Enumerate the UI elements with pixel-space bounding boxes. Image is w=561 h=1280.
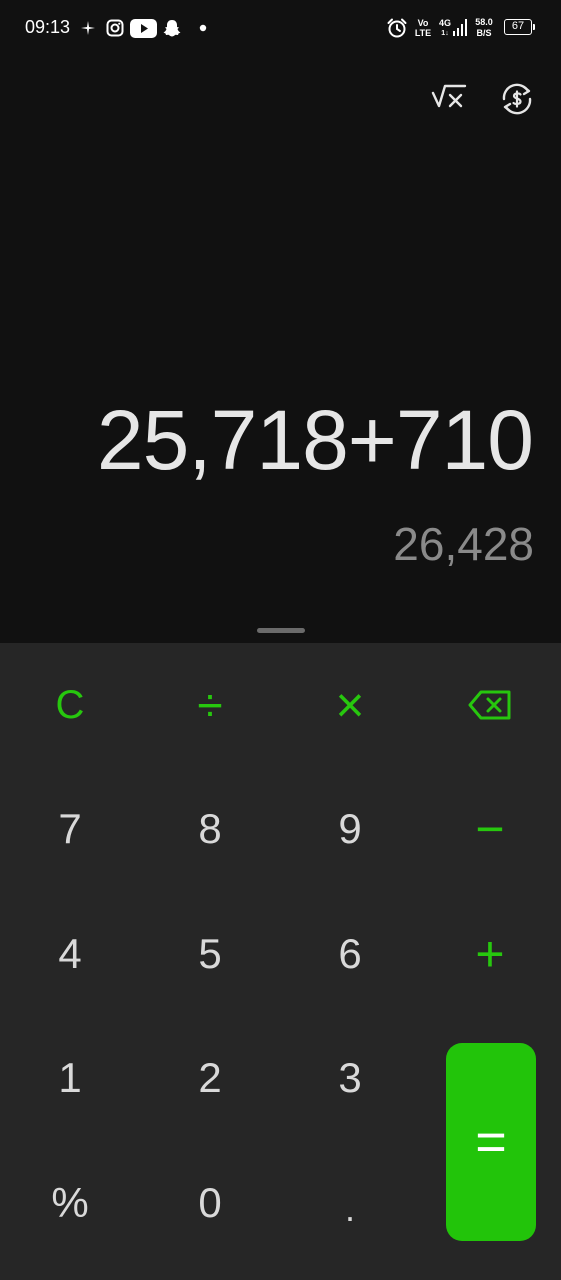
- digit-2-button[interactable]: 2: [155, 1028, 265, 1128]
- alarm-icon: [387, 18, 407, 38]
- network-sub-label: 1↓: [441, 30, 449, 37]
- divide-button[interactable]: ÷: [155, 655, 265, 755]
- network-speed-value: 58.0: [475, 17, 493, 27]
- equals-button[interactable]: =: [446, 1043, 536, 1241]
- sparkle-icon: [81, 21, 95, 35]
- scientific-mode-button[interactable]: [430, 80, 468, 118]
- multiply-button[interactable]: ×: [295, 655, 405, 755]
- digit-1-button[interactable]: 1: [15, 1028, 125, 1128]
- digit-0-button[interactable]: 0: [155, 1153, 265, 1253]
- clear-button[interactable]: C: [15, 655, 125, 755]
- minus-button[interactable]: −: [435, 779, 545, 879]
- signal-strength-icon: [453, 19, 467, 36]
- digit-3-button[interactable]: 3: [295, 1028, 405, 1128]
- backspace-icon: [468, 690, 511, 720]
- digit-6-button[interactable]: 6: [295, 904, 405, 1004]
- calculator-screen: 09:13 Vo LTE 4G 1↓ 58.0 B/S 67 25,718+71…: [0, 0, 561, 1280]
- instagram-icon: [106, 19, 124, 37]
- status-time: 09:13: [25, 17, 71, 37]
- percent-button[interactable]: %: [15, 1153, 125, 1253]
- decimal-button[interactable]: .: [295, 1153, 405, 1253]
- volte-top-label: Vo: [417, 18, 429, 28]
- status-bar: 09:13 Vo LTE 4G 1↓ 58.0 B/S 67: [0, 0, 561, 56]
- network-type-label: 4G: [438, 18, 451, 28]
- digit-9-button[interactable]: 9: [295, 779, 405, 879]
- youtube-icon: [130, 19, 157, 38]
- sqrt-x-icon: [431, 84, 467, 108]
- currency-convert-icon: [502, 83, 532, 115]
- notification-dot-icon: [199, 24, 207, 32]
- equals-label: =: [475, 1112, 507, 1172]
- battery-level: 67: [511, 20, 525, 32]
- backspace-button[interactable]: [435, 655, 545, 755]
- result-preview: 26,428: [393, 518, 534, 570]
- network-speed-unit: B/S: [476, 28, 492, 38]
- volte-bottom-label: LTE: [414, 28, 432, 38]
- digit-8-button[interactable]: 8: [155, 779, 265, 879]
- snapchat-icon: [163, 20, 181, 37]
- keypad: C ÷ × 7 8 9 − 4 5 6 + 1 2 3 % 0 . =: [0, 643, 561, 1280]
- digit-4-button[interactable]: 4: [15, 904, 125, 1004]
- digit-5-button[interactable]: 5: [155, 904, 265, 1004]
- battery-indicator: 67: [504, 19, 535, 35]
- drag-handle[interactable]: [257, 628, 305, 633]
- plus-button[interactable]: +: [435, 904, 545, 1004]
- currency-converter-button[interactable]: [498, 80, 536, 118]
- digit-7-button[interactable]: 7: [15, 779, 125, 879]
- expression-display[interactable]: 25,718+710: [97, 390, 534, 490]
